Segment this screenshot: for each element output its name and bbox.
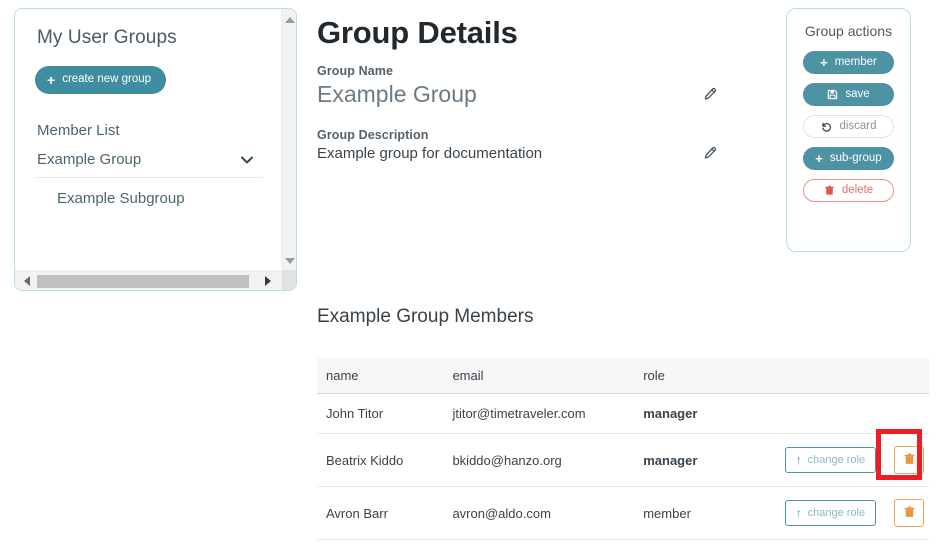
member-email: jtitor@timetraveler.com xyxy=(443,393,635,434)
delete-group-button[interactable]: delete xyxy=(803,179,894,202)
column-header-name: name xyxy=(317,358,444,394)
delete-member-button[interactable] xyxy=(894,446,925,474)
group-actions-title: Group actions xyxy=(804,23,893,39)
table-row: Beatrix Kiddo bkiddo@hanzo.org manager ↑… xyxy=(317,433,929,487)
table-header-row: name email role xyxy=(317,358,929,394)
column-header-actions xyxy=(775,358,886,394)
horizontal-scroll-thumb[interactable] xyxy=(37,275,249,288)
pencil-icon[interactable] xyxy=(702,146,717,161)
save-label: save xyxy=(845,87,870,100)
discard-label: discard xyxy=(839,119,877,132)
column-header-email: email xyxy=(443,358,635,394)
discard-button[interactable]: discard xyxy=(803,115,894,138)
sidebar-horizontal-scrollbar[interactable] xyxy=(15,270,296,290)
sidebar-item-label: Member List xyxy=(37,122,120,139)
user-groups-panel: My User Groups + create new group Member… xyxy=(14,8,297,291)
member-actions-cell xyxy=(775,393,886,434)
member-actions-cell: ↑ change role xyxy=(775,433,886,487)
member-delete-cell xyxy=(885,486,929,540)
column-header-role: role xyxy=(634,358,776,394)
sidebar-item-example-subgroup[interactable]: Example Subgroup xyxy=(35,178,263,213)
create-new-group-button[interactable]: + create new group xyxy=(35,66,167,94)
add-subgroup-label: sub-group xyxy=(829,151,882,164)
member-name: Avron Barr xyxy=(317,486,444,540)
change-role-button[interactable]: ↑ change role xyxy=(784,500,877,526)
members-table: name email role John Titor jtitor@timetr… xyxy=(317,358,929,540)
members-table-body: John Titor jtitor@timetraveler.com manag… xyxy=(317,393,929,540)
group-actions-panel: Group actions + member save discard + su… xyxy=(786,8,911,252)
member-role: manager xyxy=(634,433,776,487)
scroll-right-arrow-icon[interactable] xyxy=(259,271,277,290)
member-role: member xyxy=(634,486,776,540)
member-role: manager xyxy=(634,393,776,434)
scrollbar-corner xyxy=(282,270,296,290)
group-name-value: Example Group xyxy=(317,81,477,108)
chevron-down-icon[interactable] xyxy=(239,152,255,168)
change-role-label: change role xyxy=(807,506,866,519)
sidebar-item-member-list[interactable]: Member List xyxy=(35,116,263,145)
table-row: John Titor jtitor@timetraveler.com manag… xyxy=(317,393,929,434)
group-name-row: Example Group xyxy=(317,81,717,108)
app-root: My User Groups + create new group Member… xyxy=(0,0,949,549)
save-icon xyxy=(827,89,838,100)
scroll-left-arrow-icon[interactable] xyxy=(18,271,36,290)
members-table-head: name email role xyxy=(317,358,929,394)
member-email: avron@aldo.com xyxy=(443,486,635,540)
table-row: Avron Barr avron@aldo.com member ↑ chang… xyxy=(317,486,929,540)
member-delete-cell xyxy=(885,393,929,434)
pencil-icon[interactable] xyxy=(702,87,717,102)
group-description-value: Example group for documentation xyxy=(317,145,543,163)
group-description-block: Group Description Example group for docu… xyxy=(317,128,767,162)
member-actions-cell: ↑ change role xyxy=(775,486,886,540)
group-details-section: Group Details Group Name Example Group G… xyxy=(317,14,767,162)
member-name: Beatrix Kiddo xyxy=(317,433,444,487)
save-button[interactable]: save xyxy=(803,83,894,106)
plus-icon: + xyxy=(47,72,56,88)
members-section-title: Example Group Members xyxy=(317,306,534,327)
change-role-button[interactable]: ↑ change role xyxy=(784,447,877,473)
member-email: bkiddo@hanzo.org xyxy=(443,433,635,487)
trash-icon xyxy=(903,452,916,469)
change-role-label: change role xyxy=(807,453,866,466)
trash-icon xyxy=(903,505,916,522)
column-header-delete xyxy=(885,358,929,394)
delete-label: delete xyxy=(841,183,874,196)
member-delete-cell xyxy=(885,433,929,487)
sidebar-title: My User Groups xyxy=(37,27,177,48)
group-description-label: Group Description xyxy=(317,128,429,143)
sidebar-item-label: Example Group xyxy=(37,151,142,168)
page-title: Group Details xyxy=(317,15,518,50)
user-groups-content: My User Groups + create new group Member… xyxy=(15,9,283,271)
scroll-down-arrow-icon[interactable] xyxy=(282,253,296,268)
delete-member-button[interactable] xyxy=(894,499,925,527)
arrow-up-icon: ↑ xyxy=(795,506,802,520)
group-nav-list: Member List Example Group Example Subgro… xyxy=(35,116,263,213)
add-member-label: member xyxy=(834,55,877,68)
trash-icon xyxy=(824,185,835,196)
undo-icon xyxy=(820,121,832,133)
group-description-row: Example group for documentation xyxy=(317,145,717,162)
scroll-up-arrow-icon[interactable] xyxy=(282,12,296,27)
add-subgroup-button[interactable]: + sub-group xyxy=(803,147,894,170)
group-name-label: Group Name xyxy=(317,64,394,79)
sidebar-item-example-group[interactable]: Example Group xyxy=(35,145,263,178)
create-new-group-label: create new group xyxy=(62,73,152,86)
add-member-button[interactable]: + member xyxy=(803,51,894,74)
member-name: John Titor xyxy=(317,393,444,434)
sidebar-item-label: Example Subgroup xyxy=(57,190,185,207)
arrow-up-icon: ↑ xyxy=(795,453,802,467)
sidebar-vertical-scrollbar[interactable] xyxy=(281,9,296,271)
